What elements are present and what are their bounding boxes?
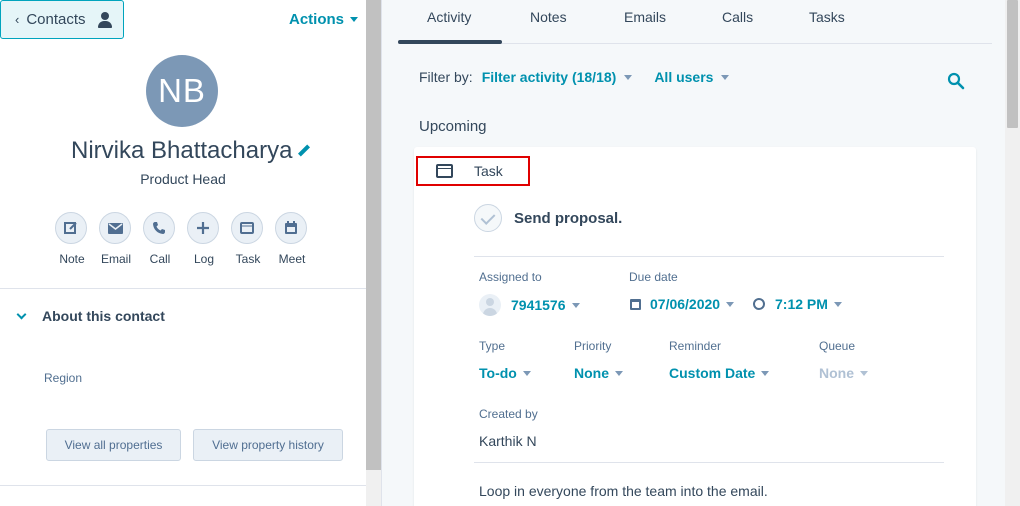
- created-by-value: Karthik N: [479, 433, 537, 449]
- chevron-down-icon: [16, 309, 27, 319]
- contact-avatar: NB: [146, 55, 218, 127]
- contact-job-title: Product Head: [140, 171, 226, 187]
- due-date-dropdown[interactable]: 07/06/2020: [630, 296, 735, 312]
- due-date-label: Due date: [629, 270, 678, 284]
- back-to-contacts-label: Contacts: [26, 11, 86, 28]
- person-icon: [97, 11, 112, 28]
- quick-action-call[interactable]: Call: [143, 212, 177, 266]
- due-time-dropdown[interactable]: 7:12 PM: [753, 296, 842, 312]
- calendar-icon: [630, 298, 641, 310]
- panel-divider: [381, 0, 382, 506]
- tab-activity[interactable]: Activity: [427, 9, 471, 25]
- caret-down-icon: [615, 370, 623, 376]
- section-divider: [0, 485, 366, 486]
- caret-down-icon: [571, 302, 580, 308]
- caret-down-icon: [522, 370, 531, 376]
- filter-activity-dropdown[interactable]: Filter activity (18/18): [482, 69, 633, 85]
- activity-tabs: Activity Notes Emails Calls Tasks: [398, 0, 992, 44]
- type-dropdown[interactable]: To-do: [479, 365, 531, 381]
- complete-task-checkbox[interactable]: [474, 204, 502, 232]
- task-icon: [436, 164, 453, 178]
- type-label: Type: [479, 339, 506, 353]
- priority-label: Priority: [574, 339, 612, 353]
- user-avatar-icon: [479, 294, 501, 316]
- caret-down-icon: [833, 301, 842, 307]
- task-notes[interactable]: Loop in everyone from the team into the …: [479, 483, 768, 499]
- caret-down-icon: [721, 74, 730, 80]
- queue-label: Queue: [819, 339, 856, 353]
- task-card: [414, 147, 976, 506]
- field-divider: [474, 462, 944, 463]
- tab-notes[interactable]: Notes: [530, 9, 567, 25]
- assigned-to-dropdown[interactable]: 7941576: [479, 294, 580, 316]
- back-to-contacts-button[interactable]: ‹ Contacts: [0, 0, 124, 39]
- reminder-label: Reminder: [669, 339, 722, 353]
- quick-action-log[interactable]: Log: [187, 212, 221, 266]
- region-label: Region: [44, 371, 83, 385]
- calendar-icon: [275, 212, 307, 244]
- about-contact-toggle[interactable]: About this contact: [16, 308, 165, 324]
- reminder-dropdown[interactable]: Custom Date: [669, 365, 770, 381]
- tab-emails[interactable]: Emails: [624, 9, 666, 25]
- search-icon[interactable]: [947, 72, 965, 90]
- caret-down-icon: [761, 370, 770, 376]
- caret-down-icon: [726, 301, 735, 307]
- section-divider: [0, 288, 366, 289]
- quick-action-task[interactable]: Task: [231, 212, 265, 266]
- note-icon: [55, 212, 87, 244]
- quick-action-email[interactable]: Email: [99, 212, 133, 266]
- all-users-dropdown[interactable]: All users: [654, 69, 730, 85]
- quick-action-note[interactable]: Note: [55, 212, 89, 266]
- email-icon: [99, 212, 131, 244]
- tab-calls[interactable]: Calls: [722, 9, 753, 25]
- task-icon: [231, 212, 263, 244]
- task-type-header[interactable]: Task: [416, 156, 530, 186]
- contact-sidebar: ‹ Contacts Actions NB Nirvika Bhattachar…: [0, 0, 366, 506]
- tab-tasks[interactable]: Tasks: [809, 9, 845, 25]
- main-scrollbar-thumb[interactable]: [1007, 0, 1018, 128]
- sidebar-scrollbar-thumb[interactable]: [366, 0, 381, 470]
- chevron-left-icon: ‹: [15, 12, 20, 27]
- call-icon: [143, 212, 175, 244]
- caret-down-icon: [624, 74, 633, 80]
- view-property-history-button[interactable]: View property history: [193, 429, 343, 461]
- created-by-label: Created by: [479, 407, 538, 421]
- task-subject[interactable]: Send proposal.: [514, 210, 622, 227]
- contact-name[interactable]: Nirvika Bhattacharya: [71, 137, 310, 165]
- actions-dropdown[interactable]: Actions: [289, 11, 359, 28]
- priority-dropdown[interactable]: None: [574, 365, 623, 381]
- active-tab-indicator: [398, 40, 502, 44]
- edit-pencil-icon[interactable]: [298, 145, 310, 157]
- caret-down-icon: [860, 370, 868, 376]
- filter-label: Filter by:: [419, 69, 473, 85]
- view-all-properties-button[interactable]: View all properties: [46, 429, 181, 461]
- alarm-clock-icon: [753, 298, 765, 310]
- quick-action-meet[interactable]: Meet: [275, 212, 309, 266]
- plus-icon: [187, 212, 219, 244]
- upcoming-heading: Upcoming: [419, 118, 487, 135]
- queue-dropdown[interactable]: None: [819, 365, 868, 381]
- caret-down-icon: [350, 17, 359, 22]
- field-divider: [474, 256, 944, 257]
- assigned-to-label: Assigned to: [479, 270, 542, 284]
- filter-bar: Filter by: Filter activity (18/18) All u…: [419, 69, 730, 85]
